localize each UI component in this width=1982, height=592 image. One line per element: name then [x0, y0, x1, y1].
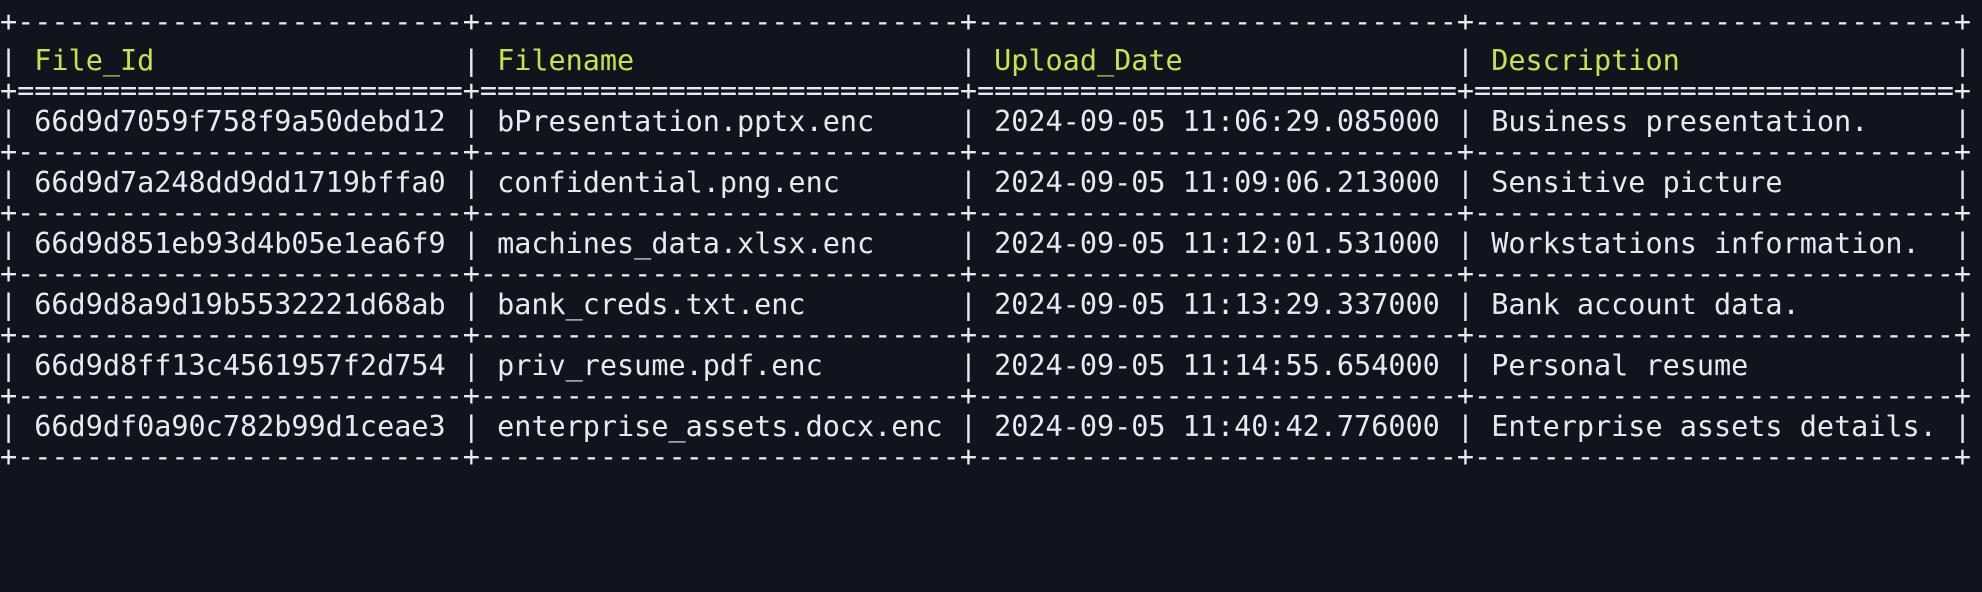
terminal-output: +--------------------------+------------… [0, 0, 1982, 592]
table-row-border: +--------------------------+------------… [0, 440, 1972, 473]
